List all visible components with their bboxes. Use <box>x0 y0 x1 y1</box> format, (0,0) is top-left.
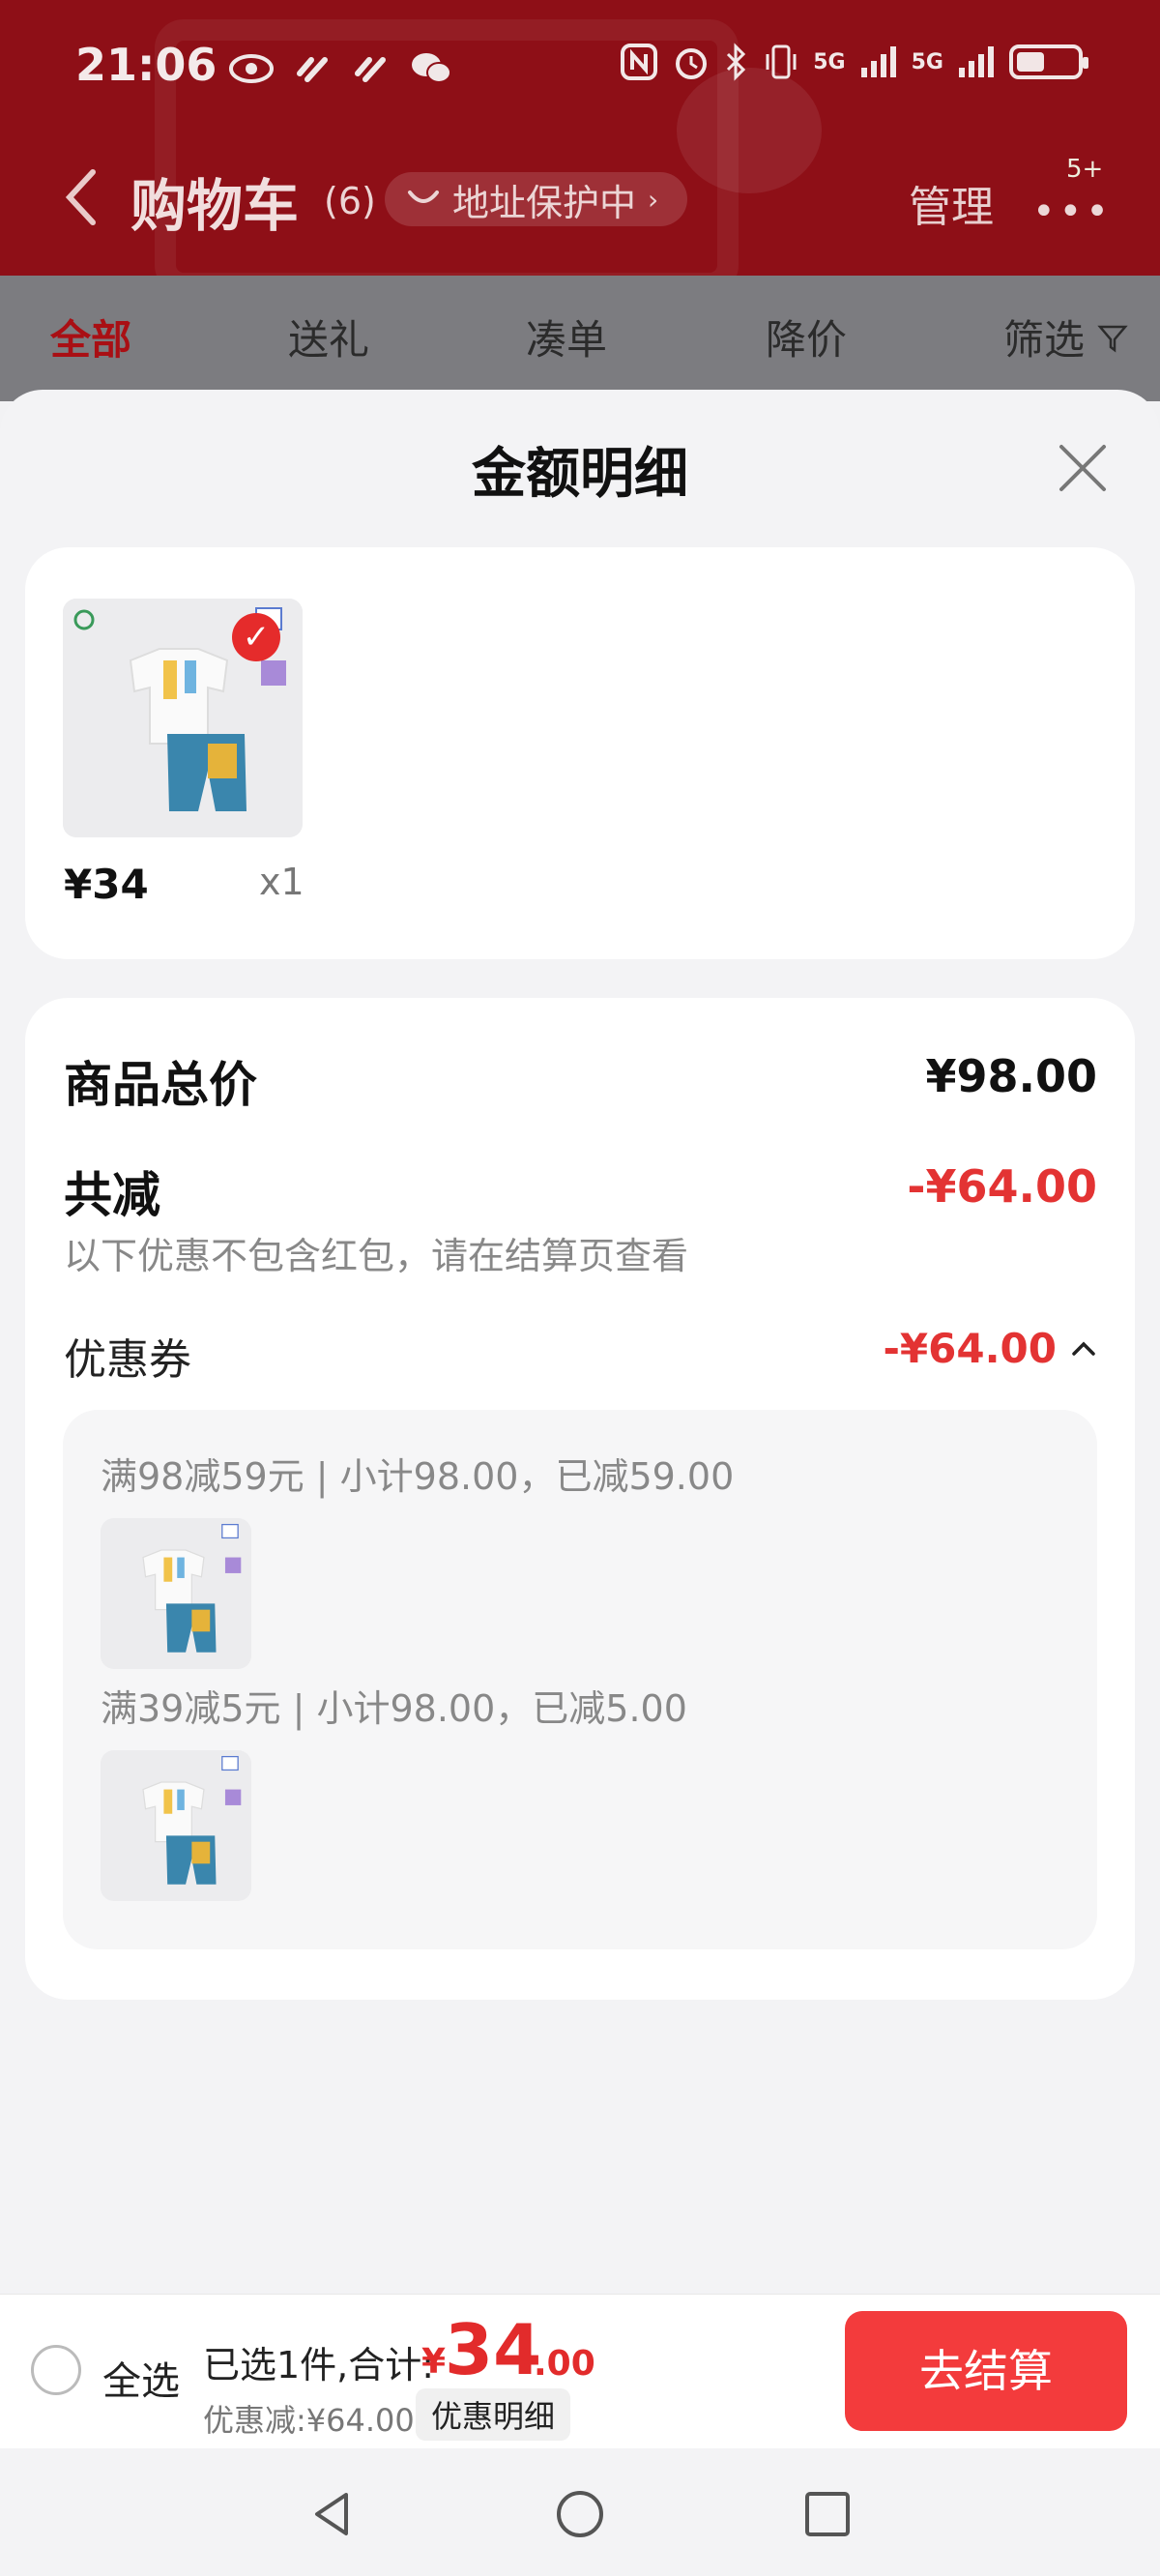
more-badge: 5+ <box>1066 155 1104 184</box>
discount-detail-button[interactable]: 优惠明细 <box>416 2388 571 2441</box>
bluetooth-icon <box>727 43 746 81</box>
cart-count: (6) <box>324 180 376 222</box>
total-reduction-label: 共减 <box>64 1167 160 1223</box>
select-all-label[interactable]: 全选 <box>102 2350 180 2406</box>
selected-check-icon: ✓ <box>232 613 280 661</box>
coupon-rule-1: 满98减59元 | 小计98.00，已减59.00 <box>101 1455 735 1498</box>
tab-filter-label: 筛选 <box>1003 316 1086 364</box>
wechat-icon <box>412 53 451 83</box>
battery-icon <box>1009 44 1088 79</box>
product-clothing-image-small-2 <box>101 1750 251 1901</box>
total-price-label: 商品总价 <box>64 1057 257 1113</box>
coupon-label: 优惠券 <box>64 1335 191 1385</box>
page-title: 购物车 <box>130 173 300 239</box>
chevron-up-icon <box>1072 1341 1095 1356</box>
coupon-product-thumbnail-2 <box>101 1750 251 1901</box>
app-notify-icon-2 <box>355 57 386 82</box>
coupon-value: -¥64.00 <box>883 1325 1057 1372</box>
total-currency: ¥ <box>421 2342 447 2382</box>
close-icon[interactable] <box>1056 441 1110 495</box>
coupon-rule-2: 满39减5元 | 小计98.00，已减5.00 <box>101 1687 687 1730</box>
item-quantity: x1 <box>259 861 304 903</box>
checkout-button[interactable]: 去结算 <box>845 2311 1127 2431</box>
select-all-radio[interactable] <box>31 2345 81 2395</box>
product-clothing-image-small <box>101 1518 251 1669</box>
reduction-note: 以下优惠不包含红包，请在结算页查看 <box>64 1235 689 1277</box>
selected-summary: 已选1件,合计: <box>203 2344 435 2386</box>
alarm-icon <box>676 48 708 79</box>
app-notify-icon <box>297 57 328 82</box>
nfc-icon <box>621 44 658 80</box>
coupon-product-thumbnail-1 <box>101 1518 251 1669</box>
signal-icon <box>860 46 896 77</box>
filter-icon <box>1097 325 1129 353</box>
tab-bundle[interactable]: 凑单 <box>526 307 607 366</box>
address-protection-pill[interactable]: 地址保护中 › <box>385 172 688 226</box>
status-right-icons: 5G 5G <box>620 43 1088 81</box>
address-protection-label: 地址保护中 <box>452 181 637 224</box>
eye-icon <box>229 54 274 83</box>
tab-all[interactable]: 全部 <box>50 307 131 366</box>
item-price: ¥34 <box>64 861 149 908</box>
total-price-integer: 34 <box>445 2309 542 2390</box>
nav-home-icon[interactable] <box>555 2489 605 2539</box>
sheet-title: 金额明细 <box>472 443 688 506</box>
coupon-toggle[interactable]: -¥64.00 <box>883 1325 1097 1372</box>
total-price-value: ¥98.00 <box>925 1050 1097 1102</box>
network-5g-label: 5G <box>813 49 846 74</box>
header-heart-decoration <box>677 68 822 193</box>
discount-summary: 优惠减:¥64.00 <box>203 2402 415 2439</box>
total-price-decimal: .00 <box>534 2344 595 2384</box>
smile-icon <box>408 190 439 203</box>
status-left-icons <box>228 46 452 91</box>
tab-filter[interactable]: 筛选 <box>1003 307 1129 366</box>
vibrate-icon <box>766 44 797 79</box>
more-icon[interactable]: ••• <box>1032 190 1113 234</box>
nav-back-icon[interactable] <box>307 2489 358 2539</box>
tab-price-drop[interactable]: 降价 <box>766 307 847 366</box>
nav-recents-icon[interactable] <box>802 2489 853 2539</box>
chevron-right-icon: › <box>648 183 659 216</box>
total-reduction-value: -¥64.00 <box>907 1160 1097 1213</box>
back-arrow-icon[interactable] <box>62 166 101 228</box>
network-5g-label-2: 5G <box>911 49 943 74</box>
manage-button[interactable]: 管理 <box>909 172 994 234</box>
status-time: 21:06 <box>75 39 218 91</box>
tab-gift[interactable]: 送礼 <box>288 307 369 366</box>
signal-icon-2 <box>959 46 994 77</box>
